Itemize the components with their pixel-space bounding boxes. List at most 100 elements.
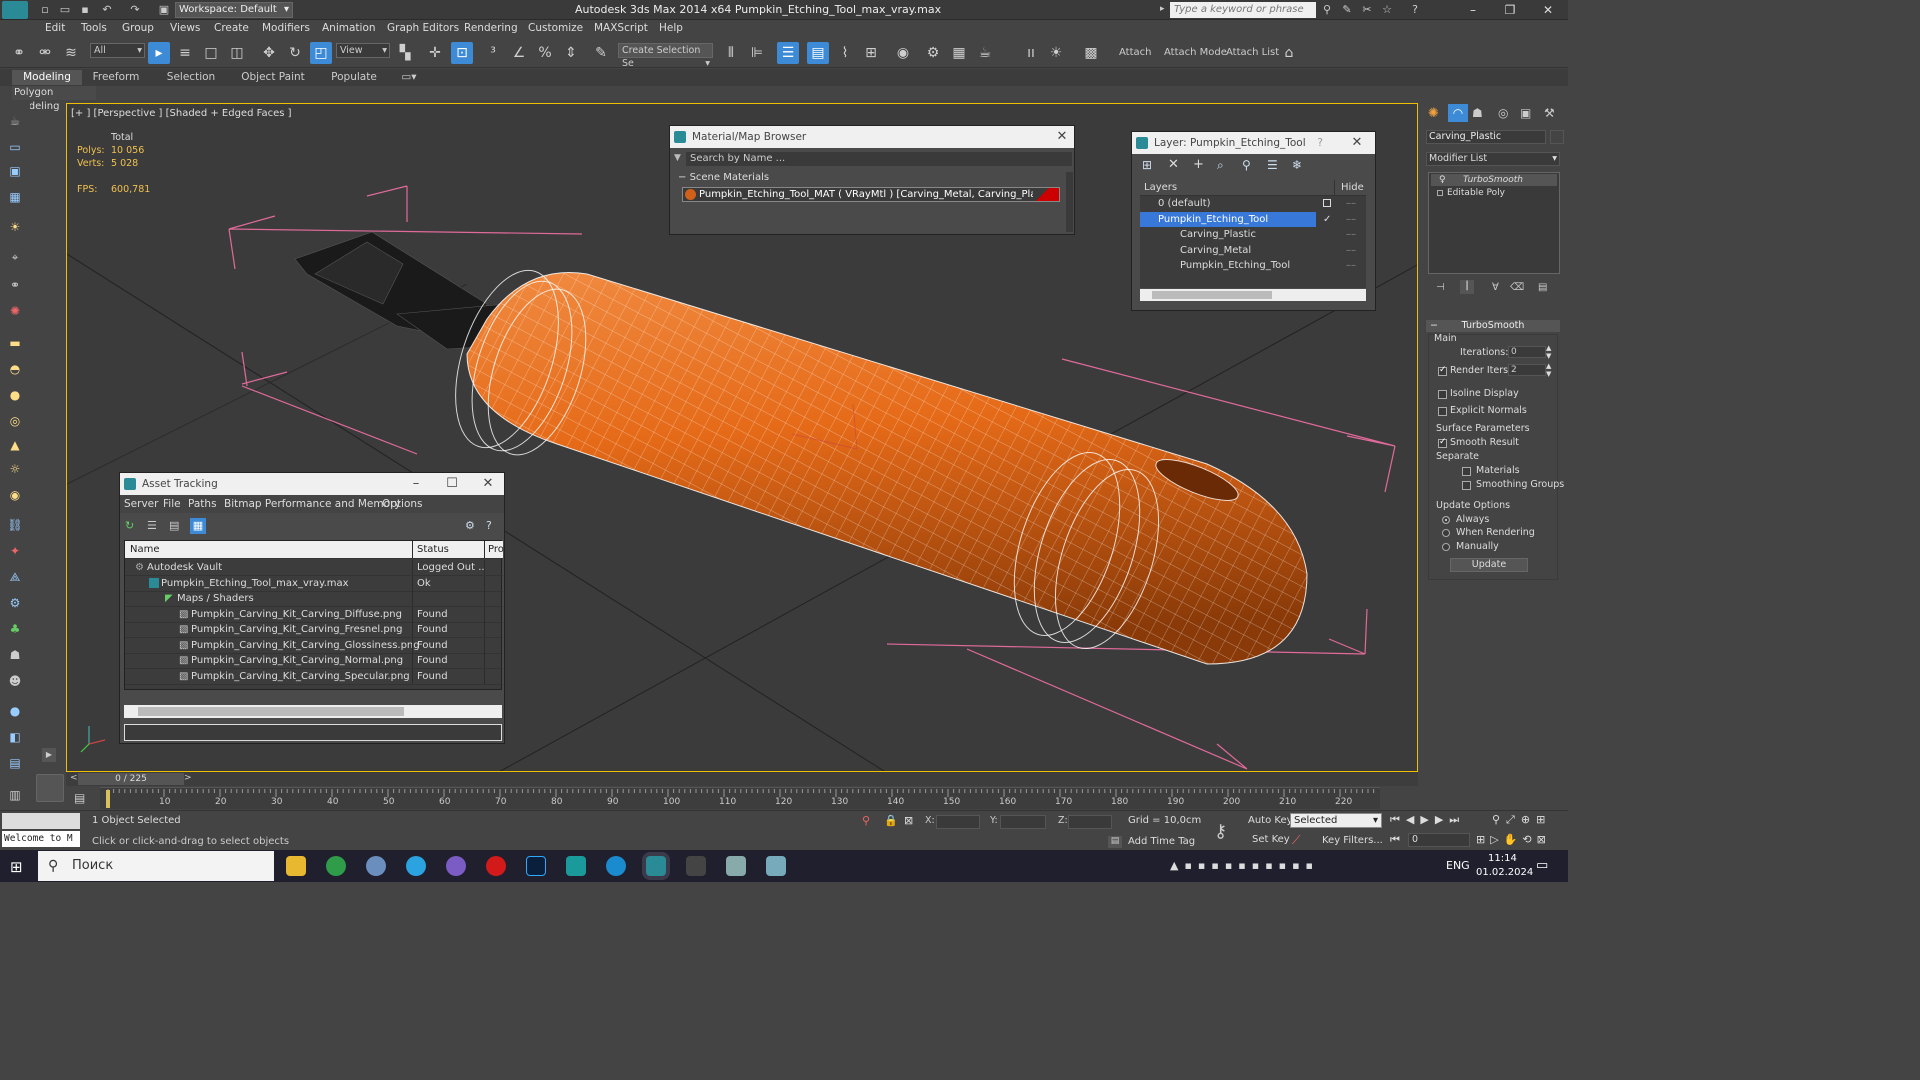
box-icon[interactable]: ▣ (5, 162, 25, 180)
render-setup-icon[interactable]: ⚙ (922, 42, 944, 64)
telegram-icon[interactable] (406, 856, 426, 876)
material-scrollbar[interactable] (1066, 172, 1073, 232)
menu-customize[interactable]: Customize (528, 22, 583, 34)
options-arrow-icon[interactable]: ▼ (674, 153, 681, 163)
layers-column-header[interactable]: Layers (1144, 180, 1177, 196)
stack-item-turbosmooth[interactable]: ♀ TurboSmooth (1431, 174, 1557, 186)
create-tab-icon[interactable]: ✺ (1428, 106, 1439, 121)
graphite-toggle-icon[interactable]: ▤ (807, 42, 829, 64)
menu-maxscript[interactable]: MAXScript (594, 22, 648, 34)
menu-rendering[interactable]: Rendering (464, 22, 518, 34)
lock-selection-icon[interactable]: 🔒 (884, 814, 898, 827)
pivot-center-icon[interactable]: ▚ (394, 42, 416, 64)
rotate-icon[interactable]: ↻ (284, 42, 306, 64)
clock-date[interactable]: 01.02.2024 (1476, 867, 1533, 878)
maximize-icon[interactable]: ☐ (442, 473, 462, 495)
curve-editor-icon[interactable]: ⌇ (834, 42, 856, 64)
scene-explorer-icon[interactable]: ▤ (5, 754, 25, 772)
select-in-layer-icon[interactable]: ⌕ (1217, 158, 1224, 173)
material-item[interactable]: Pumpkin_Etching_Tool_MAT ( VRayMtl ) [Ca… (682, 187, 1060, 202)
layer-object-row[interactable]: Pumpkin_Etching_Tool –– (1140, 258, 1366, 273)
layer-manager-icon[interactable]: ☰ (777, 42, 799, 64)
menu-group[interactable]: Group (122, 22, 154, 34)
remove-modifier-icon[interactable]: ⌫ (1510, 282, 1524, 293)
table-row[interactable]: Pumpkin_Carving_Kit_Carving_Glossiness.p… (125, 638, 503, 654)
search-arrow-icon[interactable]: ▸ (1160, 4, 1165, 14)
auto-key-button[interactable]: Auto Key (1248, 815, 1293, 826)
redo-icon[interactable]: ↷ (128, 3, 142, 16)
z-coord-field[interactable] (1068, 815, 1112, 829)
save-file-icon[interactable]: ▪ (78, 3, 92, 16)
make-unique-icon[interactable]: ∀ (1492, 282, 1499, 293)
pin-stack-icon[interactable]: ⊣ (1436, 282, 1445, 293)
hide-column-header[interactable]: Hide (1334, 180, 1366, 196)
spinner-snap-icon[interactable]: ⇕ (560, 42, 582, 64)
spacewarp-icon[interactable]: ✺ (5, 302, 25, 320)
asset-path-field[interactable] (124, 724, 502, 741)
asset-menu-bitmap[interactable]: Bitmap Performance and Memory (224, 498, 401, 510)
y-coord-field[interactable] (1000, 815, 1046, 829)
app-window-icon[interactable] (726, 856, 746, 876)
3ds-max-active-icon[interactable] (646, 856, 666, 876)
show-end-result-icon[interactable]: | (1460, 280, 1474, 294)
asset-menu-server[interactable]: Server (124, 498, 158, 510)
table-row[interactable]: Autodesk Vault Logged Out ... ⚙ (125, 560, 503, 576)
attach-list-button[interactable]: Attach List (1226, 47, 1279, 58)
iterations-spinner[interactable]: 0 (1508, 346, 1546, 358)
grid-view-icon[interactable]: ▦ (190, 518, 206, 534)
when-rendering-radio[interactable] (1442, 529, 1450, 537)
tab-selection[interactable]: Selection (160, 70, 222, 85)
current-layer-icon[interactable] (1323, 199, 1331, 207)
help-icon[interactable]: ? (1408, 3, 1422, 16)
helper-icon[interactable]: ⚭ (5, 276, 25, 294)
tab-populate[interactable]: Populate (323, 70, 385, 85)
viewport-label[interactable]: [+ ] [Perspective ] [Shaded + Edged Face… (71, 108, 292, 119)
spinner-arrows-icon[interactable]: ▲ ▼ (1546, 344, 1551, 360)
system-tray-icons[interactable]: ▲▪▪▪▪▪▪▪▪▪▪ (1170, 859, 1319, 872)
expand-arrow-icon[interactable]: ▶ (42, 748, 56, 762)
modify-tab-icon[interactable]: ◠ (1448, 104, 1468, 122)
align-icon[interactable]: ⊫ (746, 42, 768, 64)
camera-icon[interactable]: ⌖ (5, 248, 25, 266)
asset-help-icon[interactable]: ? (486, 519, 492, 532)
app-icon[interactable] (366, 856, 386, 876)
delete-layer-icon[interactable]: ✕ (1168, 157, 1179, 172)
menu-views[interactable]: Views (170, 22, 200, 34)
task-view-icon[interactable] (686, 856, 706, 876)
turbosmooth-rollout-header[interactable]: − TurboSmooth (1426, 320, 1560, 332)
light-icon[interactable]: ☀ (5, 218, 25, 236)
rendered-frame-icon[interactable]: ▦ (948, 42, 970, 64)
highlight-layer-icon[interactable]: ⚲ (1242, 158, 1251, 172)
set-key-button[interactable]: Set Key (1252, 834, 1290, 845)
isoline-checkbox[interactable] (1438, 390, 1447, 399)
menu-graph-editors[interactable]: Graph Editors (387, 22, 459, 34)
maxscript-listener-field[interactable]: Welcome to M (2, 831, 80, 847)
render-iters-checkbox[interactable] (1438, 365, 1447, 376)
hide-toggle[interactable]: –– (1346, 196, 1356, 211)
light-bulb-icon[interactable]: ♀ (1439, 174, 1446, 186)
undo-icon[interactable]: ↶ (100, 3, 114, 16)
material-icon[interactable]: ◧ (5, 728, 25, 746)
file-explorer-icon[interactable] (286, 856, 306, 876)
head-icon[interactable]: ☻ (5, 672, 25, 690)
mirror-icon[interactable]: ⫴ (720, 42, 742, 64)
always-radio[interactable] (1442, 516, 1450, 524)
chrome-icon[interactable] (326, 856, 346, 876)
smooth-result-checkbox[interactable] (1438, 437, 1447, 448)
x-coord-field[interactable] (936, 815, 980, 829)
freeze-all-icon[interactable]: ❄ (1292, 158, 1302, 172)
render-production-icon[interactable]: ☕ (974, 42, 996, 64)
plane-icon[interactable]: ▭ (5, 138, 25, 156)
table-row[interactable]: Pumpkin_Carving_Kit_Carving_Specular.png… (125, 669, 503, 685)
mini-listener-icon[interactable]: ▥ (5, 786, 25, 804)
dome-icon[interactable]: ◓ (5, 360, 25, 378)
torus-icon[interactable]: ◎ (5, 412, 25, 430)
hierarchy-tab-icon[interactable]: ☗ (1472, 106, 1483, 120)
track-bar[interactable]: 10 20 30 40 50 60 70 80 90 100 110 120 130 140 150 160 1… (100, 787, 1380, 809)
edit-named-sets-icon[interactable]: ✎ (590, 42, 612, 64)
select-object-icon[interactable]: ▸ (148, 42, 170, 64)
angle-snap-icon[interactable]: ∠ (508, 42, 530, 64)
next-frame-icon[interactable]: > (184, 773, 192, 783)
hide-toggle[interactable]: –– (1346, 243, 1356, 258)
spinner-arrows-icon[interactable]: ▲ ▼ (1546, 362, 1551, 378)
